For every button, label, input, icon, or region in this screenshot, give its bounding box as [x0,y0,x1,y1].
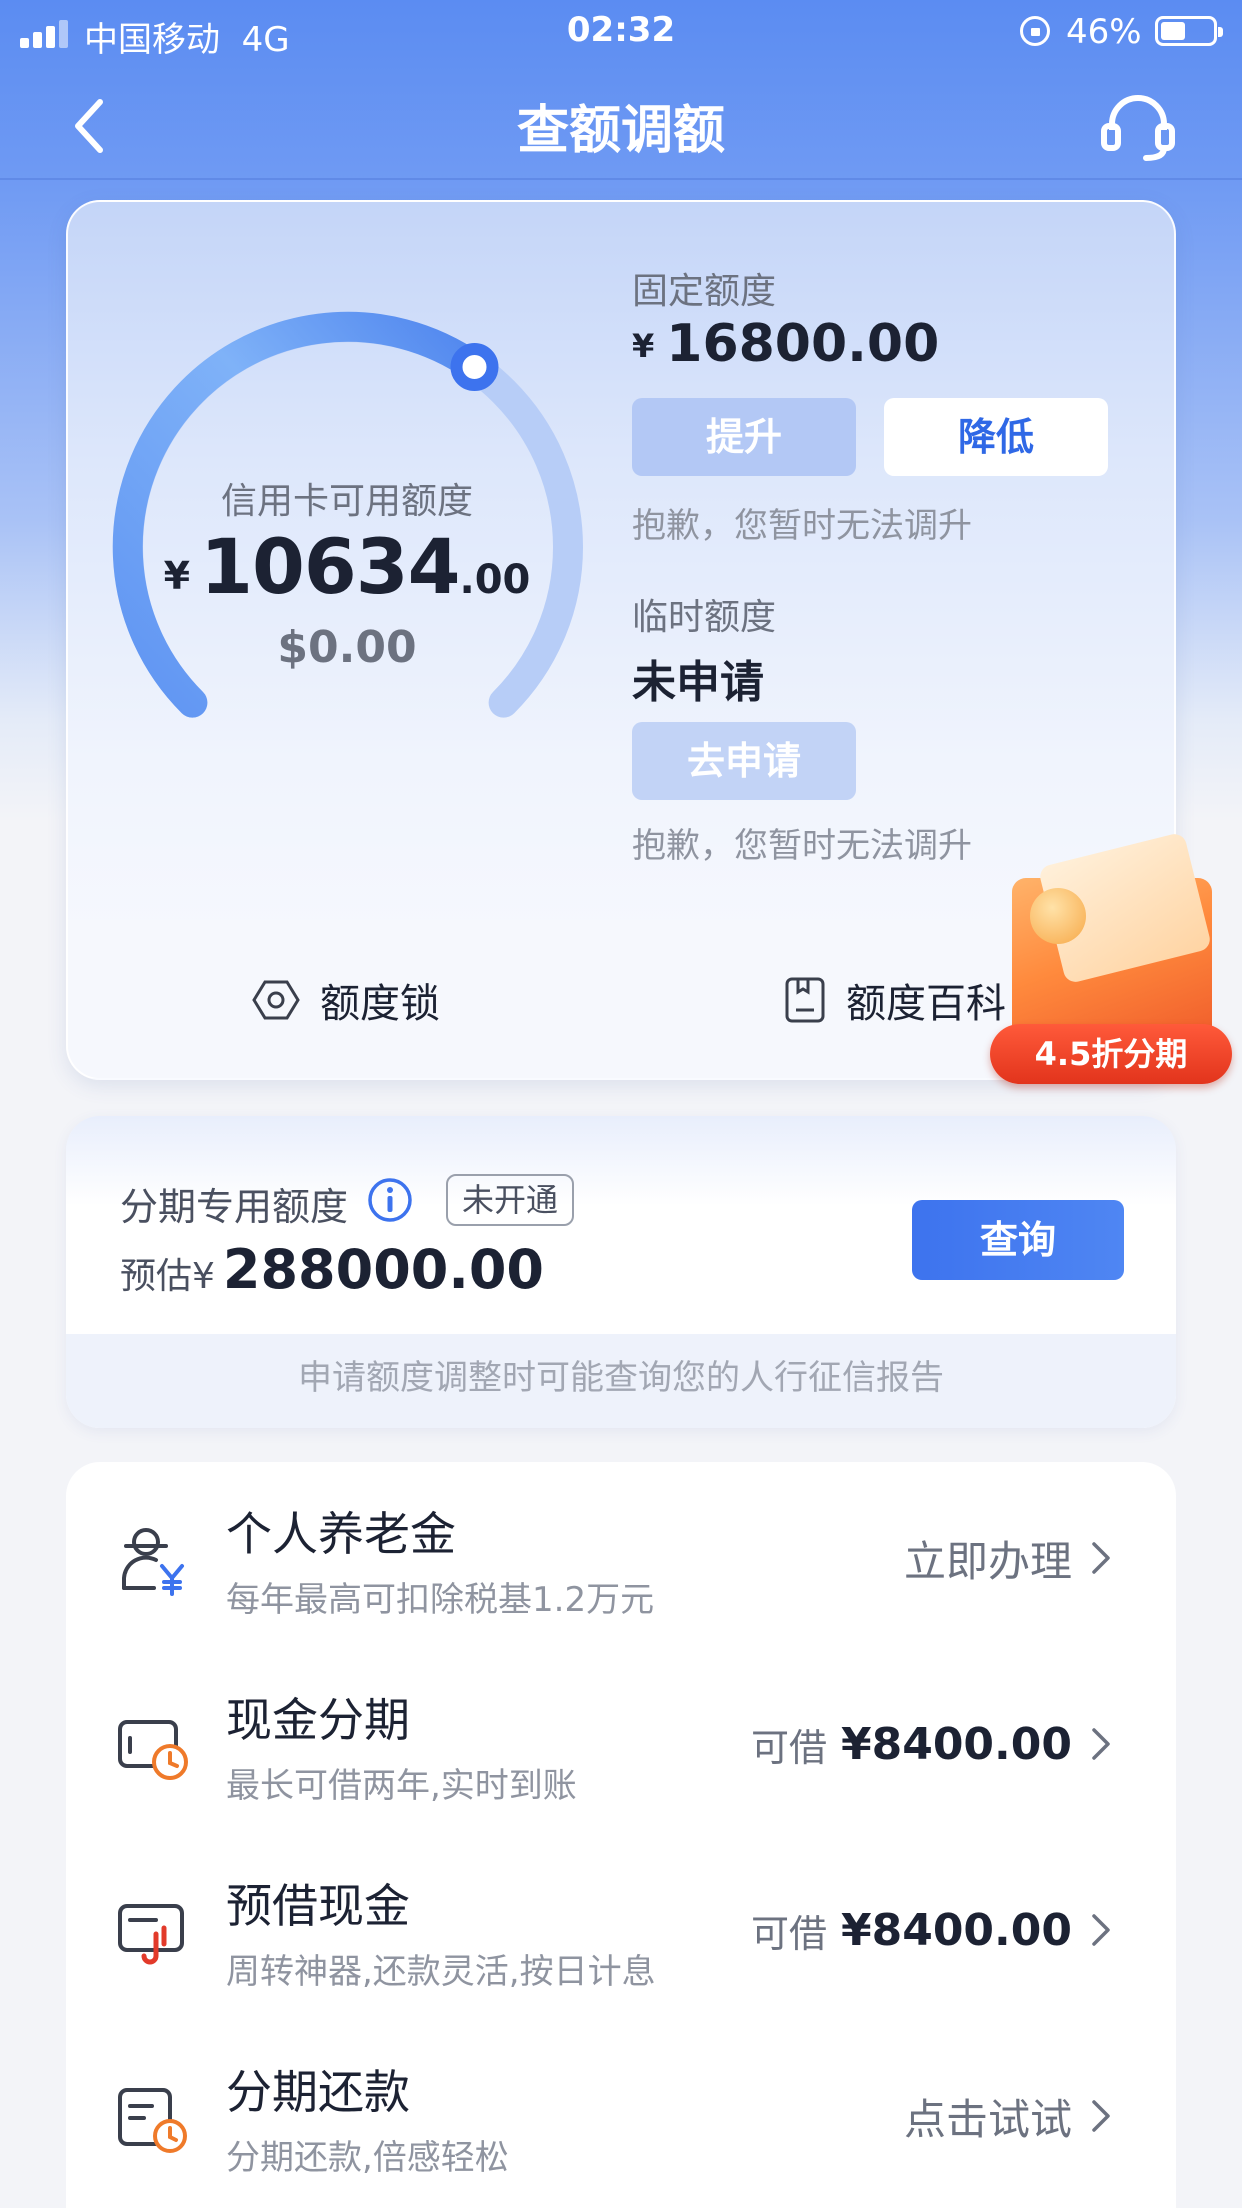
list-item-cash-installment[interactable]: 现金分期 最长可借两年,实时到账 可借 ¥8400.00 [66,1648,1176,1834]
installment-status-badge: 未开通 [446,1174,575,1226]
quota-wiki-link[interactable]: 额度百科 [784,972,1006,1028]
installment-estimate: 预估¥ 288000.00 [120,1238,545,1301]
list-item-subtitle: 分期还款,倍感轻松 [226,2138,509,2178]
query-button[interactable]: 查询 [912,1200,1124,1280]
list-item-action[interactable]: 可借 ¥8400.00 [751,1900,1114,1960]
list-item-pension[interactable]: 个人养老金 每年最高可扣除税基1.2万元 立即办理 [66,1462,1176,1648]
list-item-subtitle: 最长可借两年,实时到账 [226,1766,577,1806]
list-item-title: 个人养老金 [226,1507,456,1561]
pension-icon [122,1528,184,1596]
promo-label: 4.5折分期 [990,1024,1232,1084]
chevron-right-icon [1092,1728,1110,1760]
fixed-limit-title: 固定额度 [632,271,777,312]
temp-limit-note: 抱歉，您暂时无法调升 [632,826,972,866]
page-title: 查额调额 [516,101,725,161]
quota-lock-link[interactable]: 额度锁 [252,972,440,1028]
quota-lock-label: 额度锁 [320,981,440,1027]
borrowable-amount: ¥8400.00 [840,1904,1072,1956]
action-label: 立即办理 [903,1536,1072,1586]
chevron-right-icon [1092,2100,1110,2132]
installment-repay-icon [118,2088,187,2153]
usd-limit-amount: $0.00 [277,622,417,673]
services-list: 个人养老金 每年最高可扣除税基1.2万元 立即办理 现金分期 最长可借两年,实时… [66,1462,1176,2208]
hexagon-lock-icon [252,980,300,1020]
chevron-right-icon [1092,1914,1110,1946]
list-item-action[interactable]: 可借 ¥8400.00 [751,1714,1114,1774]
apply-temp-limit-button[interactable]: 去申请 [632,722,856,800]
list-item-title: 现金分期 [226,1693,410,1747]
available-limit-label: 信用卡可用额度 [220,481,473,522]
battery-icon [1155,16,1223,46]
lower-limit-button[interactable]: 降低 [884,398,1108,476]
quota-wiki-label: 额度百科 [846,981,1006,1027]
raise-limit-button[interactable]: 提升 [632,398,856,476]
info-icon[interactable] [366,1176,414,1224]
coin-icon [1030,888,1086,944]
temp-limit-status: 未申请 [632,657,764,708]
action-label: 点击试试 [903,2094,1072,2144]
fixed-limit-amount: ¥16800.00 [632,314,940,374]
borrowable-amount: ¥8400.00 [840,1718,1072,1770]
battery-percent: 46% [1066,12,1142,52]
chevron-right-icon [1092,1542,1110,1574]
available-limit-amount: ¥10634.00 [163,522,531,611]
promo-badge[interactable]: 4.5折分期 [990,831,1232,1098]
orientation-lock-icon [1020,16,1050,46]
borrowable-label: 可借 [750,1725,827,1770]
clock: 02:32 [566,10,676,50]
list-item-action[interactable]: 立即办理 [904,1528,1114,1588]
encyclopedia-icon [785,977,825,1023]
installment-limit-title: 分期专用额度 [120,1185,349,1229]
borrowable-label: 可借 [750,1911,827,1956]
customer-service-icon[interactable] [1098,92,1178,162]
list-item-subtitle: 周转神器,还款灵活,按日计息 [226,1952,656,1992]
fixed-limit-note: 抱歉，您暂时无法调升 [632,506,972,546]
status-bar: 中国移动 4G 02:32 46% [0,0,1242,62]
temp-limit-title: 临时额度 [632,597,777,638]
list-item-subtitle: 每年最高可扣除税基1.2万元 [226,1580,655,1620]
cash-advance-icon [118,1904,184,1965]
list-item-cash-advance[interactable]: 预借现金 周转神器,还款灵活,按日计息 可借 ¥8400.00 [66,1834,1176,2020]
list-item-title: 预借现金 [226,1879,410,1933]
installment-limit-card: 分期专用额度 未开通 预估¥ 288000.00 查询 申请额度调整时可能查询您的… [66,1116,1176,1428]
list-item-action[interactable]: 点击试试 [904,2086,1114,2146]
cash-installment-icon [118,1720,188,1780]
list-item-title: 分期还款 [226,2065,410,2119]
credit-report-note: 申请额度调整时可能查询您的人行征信报告 [66,1334,1176,1428]
gauge-knob [450,343,499,391]
nav-bar: 查额调额 [0,62,1242,180]
list-item-installment-repay[interactable]: 分期还款 分期还款,倍感轻松 点击试试 [66,2020,1176,2206]
